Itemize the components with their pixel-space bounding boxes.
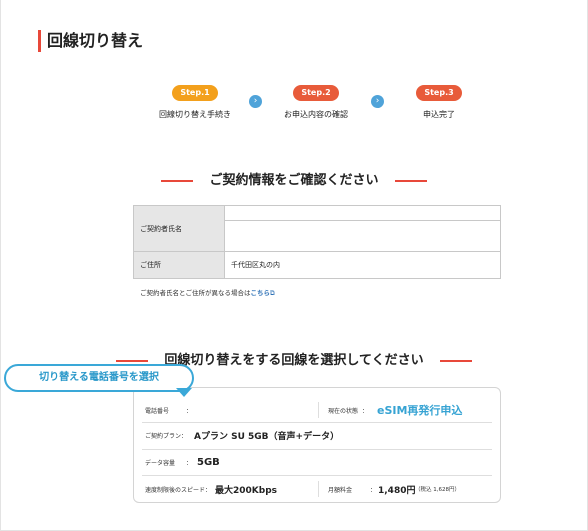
status-value: eSIM再発行申込: [377, 404, 463, 417]
plan-label: ご契約プラン：: [145, 432, 188, 440]
step-3: Step.3 申込完了: [394, 85, 484, 120]
step-1-label: 回線切り替え手続き: [159, 110, 231, 119]
line-select-card[interactable]: 電話番号 ： 現在の状態 ： eSIM再発行申込 ご契約プラン： Aプラン SU…: [133, 387, 501, 503]
status-label: 現在の状態: [328, 407, 359, 415]
step-indicator: Step.1 回線切り替え手続き › Step.2 お申込内容の確認 › Ste…: [150, 85, 480, 125]
step-2-label: お申込内容の確認: [284, 110, 348, 119]
contract-name-label: ご契約者氏名: [133, 205, 225, 252]
speed-value: 最大200Kbps: [215, 485, 278, 496]
contract-change-link[interactable]: こちら: [251, 289, 271, 297]
card-row-plan: ご契約プラン： Aプラン SU 5GB（音声+データ）: [142, 421, 492, 449]
line-heading-text: 回線切り替えをする回線を選択してください: [164, 353, 424, 368]
column-divider: [318, 402, 319, 418]
monthly-fee-colon: ：: [370, 486, 377, 494]
plan-value: Aプラン SU 5GB（音声+データ）: [194, 431, 340, 442]
card-row-phone-status: 電話番号 ： 現在の状態 ： eSIM再発行申込: [142, 396, 492, 424]
step-3-badge: Step.3: [416, 85, 462, 101]
step-1: Step.1 回線切り替え手続き: [150, 85, 240, 120]
phone-number-label: 電話番号: [145, 407, 170, 415]
heading-divider: [116, 359, 149, 362]
monthly-fee-tax: （税込 1,628円）: [415, 487, 460, 493]
status-colon: ：: [362, 407, 369, 415]
data-capacity-label: データ容量: [145, 459, 176, 467]
data-capacity-value: 5GB: [197, 456, 220, 468]
step-1-badge: Step.1: [172, 85, 218, 101]
heading-divider: [394, 179, 427, 182]
heading-divider: [439, 359, 472, 362]
phone-number-colon: ：: [186, 407, 193, 415]
heading-divider: [161, 179, 194, 182]
contract-heading-text: ご契約情報をご確認ください: [209, 173, 379, 188]
chevron-right-icon: ›: [371, 95, 384, 108]
data-capacity-colon: ：: [186, 459, 193, 467]
monthly-fee-value: 1,480円: [378, 485, 416, 496]
contract-note-text: ご契約者氏名とご住所が異なる場合は: [140, 289, 251, 297]
address-value: 千代田区丸の内: [224, 251, 501, 279]
external-link-icon[interactable]: ⧉: [270, 289, 275, 297]
step-2: Step.2 お申込内容の確認: [271, 85, 361, 120]
contract-name-value: [224, 205, 501, 221]
chevron-right-icon: ›: [249, 95, 262, 108]
contract-name-value-extra: [224, 220, 501, 252]
monthly-fee-label: 月額料金: [328, 486, 353, 494]
select-phone-callout: 切り替える電話番号を選択: [4, 364, 194, 392]
contract-info-table: ご契約者氏名 ご住所 千代田区丸の内: [133, 205, 501, 279]
speed-label: 速度制限後のスピード：: [145, 486, 212, 494]
step-2-badge: Step.2: [293, 85, 339, 101]
callout-pointer: [176, 388, 192, 397]
page-title: 回線切り替え: [38, 30, 143, 52]
address-label: ご住所: [133, 251, 225, 279]
contract-note: ご契約者氏名とご住所が異なる場合はこちら⧉: [140, 287, 275, 298]
card-row-data: データ容量 ： 5GB: [142, 448, 492, 476]
column-divider: [318, 481, 319, 497]
step-3-label: 申込完了: [423, 110, 455, 119]
card-row-speed-fee: 速度制限後のスピード： 最大200Kbps 月額料金 ： 1,480円 （税込 …: [142, 475, 492, 503]
contract-section-heading: ご契約情報をご確認ください: [0, 169, 588, 188]
